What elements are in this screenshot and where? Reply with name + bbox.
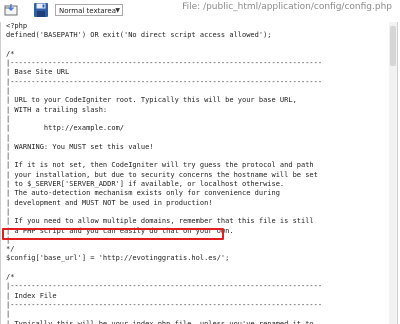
editor-toolbar: Normal textarea ▼ File: /public_html/app…	[0, 0, 400, 22]
code-line: | development and MUST NOT be used in pr…	[6, 198, 213, 207]
code-line: |---------------------------------------…	[6, 300, 323, 309]
code-editor-textarea[interactable]: <?php defined('BASEPATH') OR exit('No dir…	[0, 22, 398, 324]
scrollbar-thumb[interactable]	[390, 26, 396, 66]
mode-select-value: Normal textarea	[59, 7, 116, 15]
code-line: /*	[6, 49, 15, 58]
editor-scrollbar[interactable]	[389, 22, 397, 324]
code-line: |	[6, 310, 11, 319]
code-line: | Typically this will be your index.php …	[6, 319, 314, 324]
code-line: | http://example.com/	[6, 124, 125, 133]
code-line: |	[6, 87, 11, 96]
code-line: |	[6, 133, 11, 142]
code-line: /*	[6, 273, 15, 282]
code-line: | The auto-detection mechanism exists on…	[6, 189, 280, 198]
file-path: File: /public_html/application/config/co…	[182, 2, 392, 12]
code-line: | Index File	[6, 291, 57, 300]
code-line: | Base Site URL	[6, 68, 70, 77]
code-line: |---------------------------------------…	[6, 282, 323, 291]
code-line: | If it is not set, then CodeIgniter wil…	[6, 161, 314, 170]
chevron-down-icon: ▼	[115, 7, 120, 14]
code-line: |	[6, 152, 11, 161]
code-line: | If you need to allow multiple domains,…	[6, 217, 314, 226]
code-line: |---------------------------------------…	[6, 77, 323, 86]
save-folder-icon[interactable]	[4, 3, 18, 17]
code-line: | your installation, but due to security…	[6, 170, 318, 179]
code-line: |	[6, 114, 11, 123]
mode-select[interactable]: Normal textarea ▼	[55, 4, 123, 16]
code-line: | WITH a trailing slash:	[6, 105, 108, 114]
code-line: | WARNING: You MUST set this value!	[6, 142, 154, 151]
code-lines: <?php defined('BASEPATH') OR exit('No dir…	[6, 22, 385, 324]
code-line: | to $_SERVER['SERVER_ADDR'] if availabl…	[6, 180, 285, 189]
code-line: | URL to your CodeIgniter root. Typicall…	[6, 96, 297, 105]
code-line: |	[6, 207, 11, 216]
code-line: defined('BASEPATH') OR exit('No direct s…	[6, 31, 272, 40]
code-line: */	[6, 245, 15, 254]
floppy-disk-icon[interactable]	[33, 2, 48, 17]
code-line: <?php	[6, 22, 28, 30]
code-line: $config['base_url'] = 'http://evotinggra…	[6, 254, 230, 263]
code-line: |---------------------------------------…	[6, 59, 323, 68]
base-url-highlight	[2, 228, 224, 240]
